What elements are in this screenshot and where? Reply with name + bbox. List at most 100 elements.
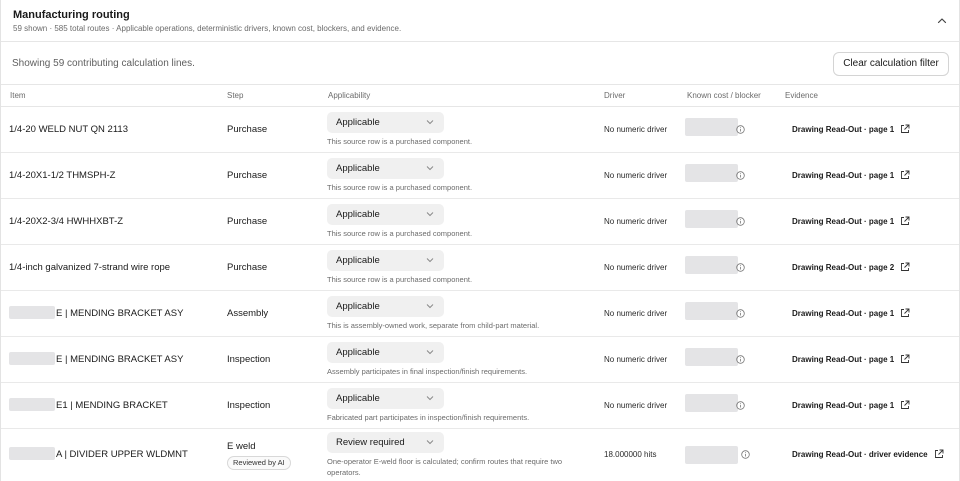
panel-subtitle: 59 shown · 585 total routes · Applicable…	[13, 24, 402, 33]
applicability-note: This source row is a purchased component…	[327, 137, 473, 146]
applicability-note: One-operator E-weld floor is calculated;…	[327, 457, 563, 477]
chevron-down-icon	[426, 350, 434, 355]
applicability-value: Applicable	[336, 255, 380, 266]
known-cost-redacted	[685, 302, 738, 320]
item-prefix-redacted	[9, 306, 55, 319]
column-header-item: Item	[10, 91, 26, 100]
applicability-select[interactable]: Applicable	[327, 342, 444, 363]
evidence-label: Drawing Read-Out · page 1	[792, 124, 895, 134]
applicability-value: Applicable	[336, 301, 380, 312]
driver-value: No numeric driver	[604, 355, 668, 364]
item-cell: A | DIVIDER UPPER WLDMNT	[9, 447, 188, 460]
table-row: A | DIVIDER UPPER WLDMNT E weld Reviewed…	[1, 429, 959, 481]
chevron-down-icon	[426, 396, 434, 401]
panel-header[interactable]: Manufacturing routing 59 shown · 585 tot…	[1, 0, 959, 42]
table-row: E | MENDING BRACKET ASY Inspection Appli…	[1, 337, 959, 383]
known-cost-redacted	[685, 210, 738, 228]
chevron-down-icon	[426, 258, 434, 263]
step-name: Inspection	[227, 354, 271, 365]
applicability-note: This source row is a purchased component…	[327, 183, 473, 192]
applicability-value: Applicable	[336, 163, 380, 174]
external-link-icon	[901, 308, 910, 317]
evidence-link[interactable]: Drawing Read-Out · page 1	[792, 308, 910, 318]
driver-value: No numeric driver	[604, 217, 668, 226]
external-link-icon	[901, 354, 910, 363]
table-header: Item Step Applicability Driver Known cos…	[1, 85, 959, 107]
step-name: Assembly	[227, 308, 269, 319]
chevron-up-icon[interactable]	[935, 14, 949, 28]
info-icon[interactable]	[736, 355, 745, 364]
table-row: 1/4-20 WELD NUT QN 2113 Purchase Applica…	[1, 107, 959, 153]
applicability-note: Fabricated part participates in inspecti…	[327, 413, 530, 422]
item-name: 1/4-20 WELD NUT QN 2113	[9, 124, 128, 135]
evidence-link[interactable]: Drawing Read-Out · page 1	[792, 354, 910, 364]
external-link-icon	[901, 170, 910, 179]
external-link-icon	[934, 449, 944, 458]
panel-title: Manufacturing routing	[13, 9, 130, 21]
item-prefix-redacted	[9, 447, 55, 460]
applicability-value: Review required	[336, 437, 405, 448]
evidence-link[interactable]: Drawing Read-Out · page 1	[792, 124, 910, 134]
info-icon[interactable]	[741, 450, 750, 459]
known-cost-redacted	[685, 118, 738, 136]
item-cell: E | MENDING BRACKET ASY	[9, 352, 183, 365]
evidence-label: Drawing Read-Out · page 1	[792, 308, 895, 318]
table-row: 1/4-20X1-1/2 THMSPH-Z Purchase Applicabl…	[1, 153, 959, 199]
known-cost-redacted	[685, 446, 738, 464]
applicability-select[interactable]: Applicable	[327, 296, 444, 317]
chevron-down-icon	[426, 440, 434, 445]
step-name: Purchase	[227, 170, 268, 181]
applicability-select[interactable]: Review required	[327, 432, 444, 453]
item-name: E | MENDING BRACKET ASY	[56, 354, 184, 365]
clear-calculation-filter-button[interactable]: Clear calculation filter	[833, 52, 949, 76]
evidence-label: Drawing Read-Out · page 1	[792, 216, 895, 226]
applicability-note: This source row is a purchased component…	[327, 275, 473, 284]
item-name: 1/4-inch galvanized 7-strand wire rope	[9, 262, 171, 273]
chevron-down-icon	[426, 120, 434, 125]
evidence-link[interactable]: Drawing Read-Out · page 1	[792, 400, 910, 410]
chevron-down-icon	[426, 166, 434, 171]
evidence-label: Drawing Read-Out · driver evidence	[792, 449, 928, 459]
applicability-select[interactable]: Applicable	[327, 250, 444, 271]
applicability-select[interactable]: Applicable	[327, 158, 444, 179]
driver-value: No numeric driver	[604, 263, 668, 272]
info-icon[interactable]	[736, 171, 745, 180]
evidence-link[interactable]: Drawing Read-Out · driver evidence	[792, 449, 944, 459]
evidence-link[interactable]: Drawing Read-Out · page 1	[792, 216, 910, 226]
manufacturing-routing-panel: Manufacturing routing 59 shown · 585 tot…	[0, 0, 960, 481]
evidence-link[interactable]: Drawing Read-Out · page 1	[792, 170, 910, 180]
info-icon[interactable]	[736, 125, 745, 134]
column-header-driver: Driver	[604, 91, 626, 100]
step-name: Purchase	[227, 216, 268, 227]
applicability-note: This source row is a purchased component…	[327, 229, 473, 238]
applicability-select[interactable]: Applicable	[327, 388, 444, 409]
driver-value: No numeric driver	[604, 171, 668, 180]
info-icon[interactable]	[736, 401, 745, 410]
external-link-icon	[901, 124, 910, 133]
known-cost-redacted	[685, 256, 738, 274]
applicability-note: Assembly participates in final inspectio…	[327, 367, 528, 376]
evidence-label: Drawing Read-Out · page 2	[792, 262, 895, 272]
external-link-icon	[901, 400, 910, 409]
showing-count-text: Showing 59 contributing calculation line…	[12, 58, 195, 69]
evidence-label: Drawing Read-Out · page 1	[792, 354, 895, 364]
reviewed-by-ai-badge: Reviewed by AI	[227, 456, 291, 470]
info-icon[interactable]	[736, 217, 745, 226]
evidence-label: Drawing Read-Out · page 1	[792, 400, 895, 410]
driver-value: No numeric driver	[604, 309, 668, 318]
applicability-value: Applicable	[336, 209, 380, 220]
applicability-select[interactable]: Applicable	[327, 112, 444, 133]
applicability-select[interactable]: Applicable	[327, 204, 444, 225]
info-icon[interactable]	[736, 263, 745, 272]
info-icon[interactable]	[736, 309, 745, 318]
step-name: Purchase	[227, 124, 268, 135]
driver-value: No numeric driver	[604, 401, 668, 410]
item-cell: E | MENDING BRACKET ASY	[9, 306, 183, 319]
column-header-evidence: Evidence	[785, 91, 818, 100]
driver-value: No numeric driver	[604, 125, 668, 134]
evidence-link[interactable]: Drawing Read-Out · page 2	[792, 262, 910, 272]
external-link-icon	[901, 216, 910, 225]
item-prefix-redacted	[9, 398, 55, 411]
applicability-value: Applicable	[336, 347, 380, 358]
step-name: Inspection	[227, 400, 271, 411]
